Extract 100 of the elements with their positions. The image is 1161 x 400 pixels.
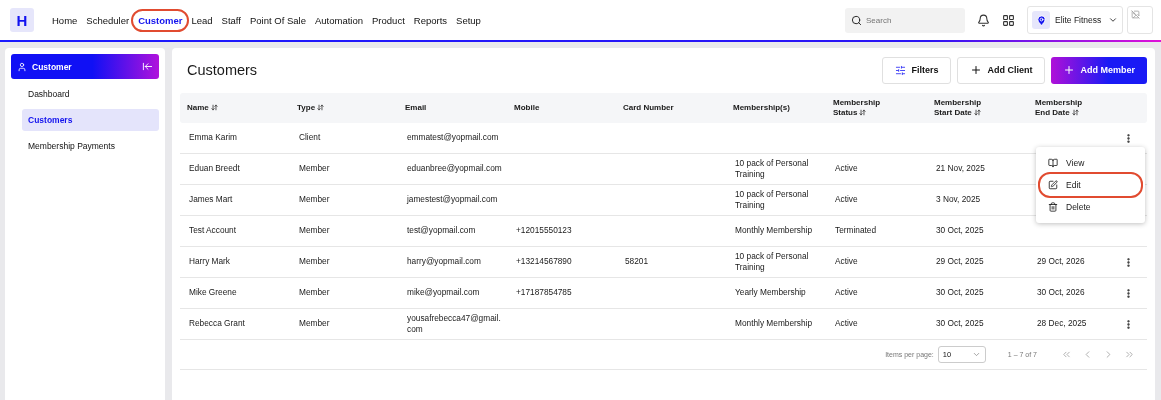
column-header: Membership(s)	[733, 103, 790, 113]
nav-link[interactable]: Automation	[310, 11, 368, 29]
table-cell: Member	[299, 256, 330, 267]
grid-icon[interactable]	[1002, 13, 1015, 27]
table-cell: Active	[835, 287, 858, 298]
nav-link[interactable]: Lead	[187, 11, 217, 29]
nav-link[interactable]: Reports	[409, 11, 452, 29]
sidebar-item[interactable]: Membership Payments	[22, 135, 159, 157]
sort-icon[interactable]	[317, 104, 325, 112]
sort-icon[interactable]	[1071, 109, 1079, 117]
table-cell: 10 pack of Personal Training	[735, 157, 809, 179]
table-cell: Active	[835, 318, 858, 329]
add-member-button[interactable]: Add Member	[1051, 56, 1147, 84]
table-cell: Test Account	[189, 225, 237, 236]
broken-image-icon	[1131, 10, 1140, 19]
menu-item[interactable]: View	[1040, 152, 1141, 174]
table-cell: 58201	[625, 256, 649, 267]
table-cell: yousafrebecca47@gmail.com	[407, 312, 501, 334]
table-cell: Member	[299, 194, 330, 205]
sort-icon[interactable]	[210, 104, 218, 112]
chevron-down-icon	[971, 350, 981, 359]
table-cell: mike@yopmail.com	[407, 287, 480, 298]
column-header[interactable]: Membership Start Date	[934, 98, 992, 118]
location-selector[interactable]: Elite Fitness	[1027, 6, 1123, 34]
menu-item[interactable]: Edit	[1040, 174, 1141, 196]
table-cell: emmatest@yopmail.com	[407, 132, 499, 143]
plus-icon	[1063, 64, 1076, 76]
table-cell: Member	[299, 225, 330, 236]
collapse-icon[interactable]	[142, 61, 153, 72]
nav-link[interactable]: Scheduler	[82, 11, 134, 29]
table-cell: Member	[299, 318, 330, 329]
table-cell: Member	[299, 287, 330, 298]
column-header: Card Number	[623, 103, 674, 113]
chevron-down-icon	[1108, 15, 1118, 25]
table-cell: jamestest@yopmail.com	[407, 194, 498, 205]
table-cell: Rebecca Grant	[189, 318, 245, 329]
table-cell: Emma Karim	[189, 132, 237, 143]
nav-link[interactable]: Setup	[452, 11, 485, 29]
table-cell: 30 Oct, 2026	[1037, 287, 1085, 298]
bell-icon[interactable]	[977, 13, 990, 27]
table-cell: harry@yopmail.com	[407, 256, 481, 267]
table-cell: Monthly Membership	[735, 225, 812, 236]
add-client-button[interactable]: Add Client	[957, 56, 1046, 84]
column-header[interactable]: Type	[297, 103, 325, 113]
table-cell: Member	[299, 163, 330, 174]
edit-icon	[1048, 180, 1058, 190]
column-header[interactable]: Name	[187, 103, 218, 113]
nav-link[interactable]: Customer	[134, 11, 187, 29]
sidebar-item[interactable]: Customers	[22, 109, 159, 131]
table-cell: 10 pack of Personal Training	[735, 250, 809, 272]
table-cell: eduanbree@yopmail.com	[407, 163, 502, 174]
table-cell: Active	[835, 163, 858, 174]
table-cell: Monthly Membership	[735, 318, 812, 329]
table-cell: Eduan Breedt	[189, 163, 240, 174]
table-cell: 30 Oct, 2025	[936, 287, 984, 298]
nav-link[interactable]: Staff	[217, 11, 245, 29]
table-cell: +17187854785	[516, 287, 572, 298]
table-cell: 30 Oct, 2025	[936, 318, 984, 329]
table-cell: 3 Nov, 2025	[936, 194, 981, 205]
table-cell: Client	[299, 132, 321, 143]
table-cell: Mike Greene	[189, 287, 237, 298]
search-icon	[851, 14, 862, 26]
table-cell: test@yopmail.com	[407, 225, 476, 236]
map-pin-icon	[1032, 11, 1050, 29]
nav-link[interactable]: Home	[48, 11, 82, 29]
column-header[interactable]: Membership End Date	[1035, 98, 1093, 118]
column-header: Mobile	[514, 103, 540, 113]
user-icon	[17, 61, 27, 72]
plus-icon	[970, 64, 983, 76]
location-name: Elite Fitness	[1055, 15, 1102, 25]
sort-icon[interactable]	[973, 109, 981, 117]
filters-button[interactable]: Filters	[882, 56, 952, 84]
table-cell: 29 Oct, 2025	[936, 256, 984, 267]
nav-link[interactable]: Product	[368, 11, 409, 29]
table-cell: Yearly Membership	[735, 287, 806, 298]
trash-icon	[1048, 202, 1058, 212]
sidebar-item[interactable]: Dashboard	[22, 83, 159, 105]
sort-icon[interactable]	[859, 109, 867, 117]
table-cell: 28 Dec, 2025	[1037, 318, 1087, 329]
logo[interactable]: H	[10, 8, 34, 32]
table-cell: Terminated	[835, 225, 877, 236]
page-title: Customers	[187, 62, 258, 78]
table-cell: 21 Nov, 2025	[936, 163, 985, 174]
book-icon	[1048, 158, 1058, 168]
table-cell: 30 Oct, 2025	[936, 225, 984, 236]
table-cell: 10 pack of Personal Training	[735, 188, 809, 210]
table-cell: James Mart	[189, 194, 233, 205]
table-cell: 29 Oct, 2026	[1037, 256, 1085, 267]
table-cell: +12015550123	[516, 225, 572, 236]
table-cell: Harry Mark	[189, 256, 231, 267]
nav-link[interactable]: Point Of Sale	[246, 11, 310, 29]
table-cell: Active	[835, 194, 858, 205]
filter-icon	[895, 64, 907, 76]
sidebar-title: Customer	[32, 61, 72, 72]
table-cell: +13214567890	[516, 256, 572, 267]
column-header[interactable]: Membership Status	[833, 98, 891, 118]
menu-item[interactable]: Delete	[1040, 196, 1141, 218]
table-cell: Active	[835, 256, 858, 267]
column-header: Email	[405, 103, 427, 113]
search-field[interactable]: Search	[845, 7, 965, 33]
